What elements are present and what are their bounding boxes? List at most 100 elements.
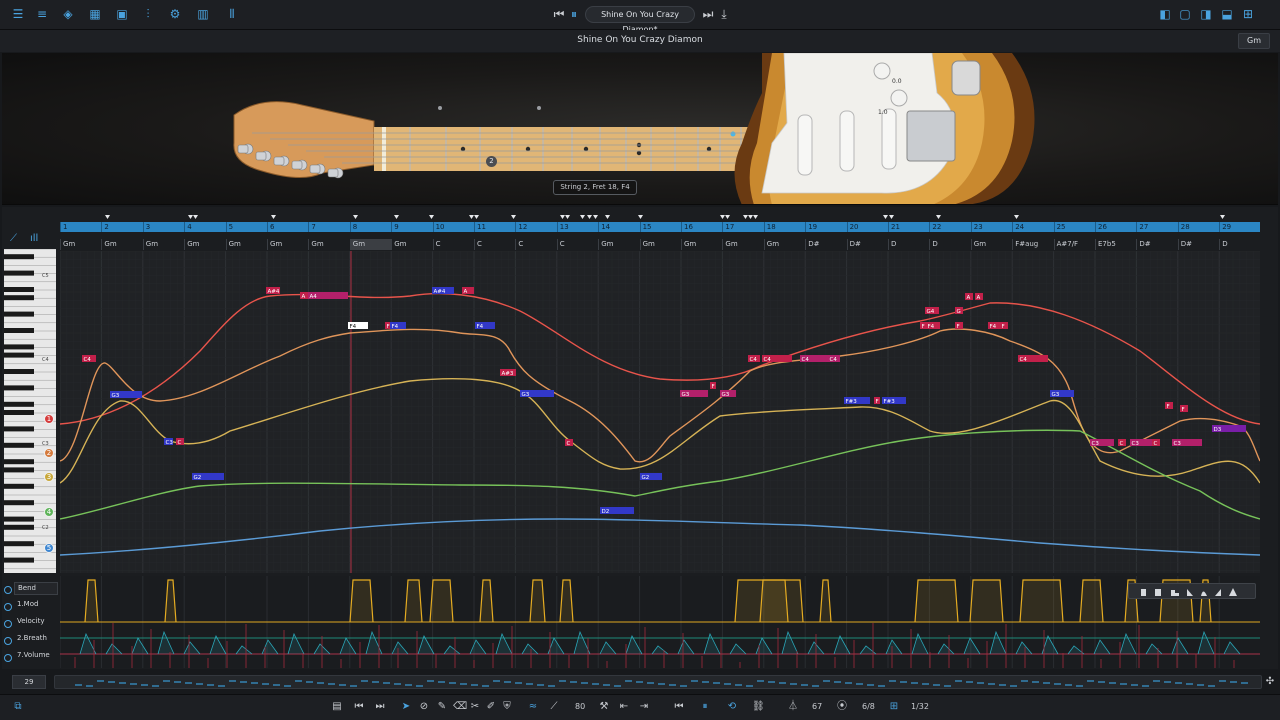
- scissors-tool-icon[interactable]: ✂: [469, 701, 481, 713]
- note-block[interactable]: D2: [600, 507, 634, 515]
- bar-number[interactable]: 6: [267, 222, 274, 232]
- note-block[interactable]: C3: [1130, 439, 1154, 447]
- note-block[interactable]: D3: [1212, 425, 1246, 433]
- note-block[interactable]: C: [1118, 439, 1126, 447]
- marker-flag[interactable]: [474, 215, 479, 219]
- lane-label-volume[interactable]: 7.Volume: [14, 650, 58, 663]
- automation-lanes[interactable]: [60, 576, 1260, 668]
- bar-number[interactable]: 20: [846, 222, 859, 232]
- breath-curve[interactable]: [1093, 639, 1111, 655]
- marker-flag[interactable]: [889, 215, 894, 219]
- quantize-value[interactable]: 80: [575, 700, 585, 714]
- download-icon[interactable]: ⤓: [716, 6, 732, 22]
- menu-icon[interactable]: ☰: [10, 6, 26, 22]
- bar-number[interactable]: 5: [225, 222, 233, 232]
- breath-curve[interactable]: [599, 641, 617, 655]
- breath-curve[interactable]: [911, 632, 929, 655]
- hammer-icon[interactable]: ⚒: [598, 701, 610, 713]
- next-marker-icon[interactable]: ⏭: [374, 701, 386, 713]
- marker-flag[interactable]: [193, 215, 198, 219]
- breath-curve[interactable]: [391, 641, 409, 655]
- marker-flag[interactable]: [1220, 215, 1225, 219]
- link-icon[interactable]: ⛓: [752, 701, 765, 713]
- note-block[interactable]: A: [965, 293, 973, 301]
- note-block[interactable]: C: [565, 439, 573, 447]
- note-block[interactable]: G4: [925, 307, 939, 315]
- shape-saw-icon[interactable]: [1215, 589, 1221, 596]
- align-right-icon[interactable]: ⇥: [638, 701, 650, 713]
- note-block[interactable]: A#4: [266, 287, 280, 295]
- note-block[interactable]: G3: [720, 390, 736, 398]
- chord-label[interactable]: Gm: [970, 239, 1012, 250]
- bend-segment[interactable]: [164, 579, 177, 623]
- note-block[interactable]: C: [1152, 439, 1160, 447]
- breath-curve[interactable]: [1145, 643, 1163, 655]
- lane-label-breath[interactable]: 2.Breath: [14, 633, 58, 646]
- count-in-icon[interactable]: ⦿: [836, 701, 848, 713]
- bars-chart-icon[interactable]: ▥: [195, 6, 211, 22]
- pause-icon[interactable]: ⏸: [566, 6, 582, 22]
- note-block[interactable]: F4: [926, 322, 940, 330]
- chord-label[interactable]: D: [888, 239, 929, 250]
- breath-curve[interactable]: [235, 645, 253, 655]
- chord-label[interactable]: Gm: [101, 239, 142, 250]
- chord-label[interactable]: D#: [846, 239, 888, 250]
- breath-curve[interactable]: [703, 632, 721, 655]
- eye-icon[interactable]: [4, 603, 12, 611]
- note-block[interactable]: F#3: [882, 397, 906, 405]
- shape-bell-icon[interactable]: [1201, 591, 1207, 597]
- note-block[interactable]: G3: [520, 390, 554, 398]
- marker-flag[interactable]: [429, 215, 434, 219]
- string-badge[interactable]: 2: [44, 448, 54, 458]
- bar-number[interactable]: 27: [1136, 222, 1148, 232]
- note-block[interactable]: F: [710, 382, 716, 390]
- marker-flag[interactable]: [1014, 215, 1019, 219]
- grid-value[interactable]: 1/32: [911, 700, 929, 714]
- chord-label[interactable]: E7b5: [1095, 239, 1136, 250]
- bar-number[interactable]: 18: [763, 222, 776, 232]
- breath-curve[interactable]: [1197, 630, 1215, 655]
- note-block[interactable]: F4: [475, 322, 495, 330]
- breath-curve[interactable]: [781, 630, 799, 655]
- skip-forward-icon[interactable]: ⏭: [700, 6, 716, 22]
- note-block[interactable]: C: [176, 438, 184, 446]
- breath-curve[interactable]: [833, 635, 851, 655]
- note-block[interactable]: C4: [828, 355, 840, 363]
- bar-ruler[interactable]: 1 2 3 4 5 6 7 8 9 10 11 12 13 14 15 16 17 18 19 20 21 22 23 24 2…: [60, 222, 1260, 232]
- lane-label-mod[interactable]: 1.Mod: [14, 599, 58, 612]
- chord-label[interactable]: D: [929, 239, 970, 250]
- bend-segment[interactable]: [759, 579, 804, 623]
- bar-number[interactable]: 4: [184, 222, 192, 232]
- chord-label[interactable]: Gm: [681, 239, 722, 250]
- layout-right-icon[interactable]: ◨: [1198, 6, 1214, 22]
- note-block[interactable]: A: [300, 292, 308, 300]
- curve-tool-icon[interactable]: ⟋: [10, 233, 24, 245]
- bar-number[interactable]: 17: [722, 222, 734, 232]
- velocity-view-icon[interactable]: ıll: [30, 233, 44, 245]
- bar-number[interactable]: 19: [805, 222, 817, 232]
- chord-label[interactable]: Gm: [722, 239, 763, 250]
- eraser-tool-icon[interactable]: ⌫: [453, 701, 467, 713]
- song-selector[interactable]: Shine On You Crazy Diamon*: [585, 6, 695, 34]
- gear-icon[interactable]: ⚙: [167, 6, 183, 22]
- page-dot[interactable]: [537, 106, 541, 110]
- note-block[interactable]: F: [1180, 405, 1188, 413]
- marker-flag[interactable]: [748, 215, 753, 219]
- song-overview[interactable]: [54, 675, 1262, 689]
- layout-bottom-icon[interactable]: ⬓: [1219, 6, 1235, 22]
- grid-snap-icon[interactable]: ⊞: [888, 701, 900, 713]
- rewind-icon[interactable]: ⏮: [673, 701, 685, 713]
- wave-tool-icon[interactable]: ≈: [527, 701, 539, 713]
- chord-label[interactable]: Gm: [308, 239, 349, 250]
- chord-label[interactable]: F#aug: [1012, 239, 1053, 250]
- breath-curve[interactable]: [495, 632, 513, 655]
- bend-segment[interactable]: [969, 579, 1004, 623]
- note-block[interactable]: A4: [308, 292, 348, 300]
- note-block[interactable]: F4: [348, 322, 368, 330]
- line-tool-icon[interactable]: ⟋: [548, 701, 560, 713]
- note-block[interactable]: A#3: [500, 369, 516, 377]
- score-menu-icon[interactable]: ▤: [331, 701, 343, 713]
- bar-number[interactable]: 3: [142, 222, 150, 232]
- breath-curve[interactable]: [183, 641, 201, 655]
- channels-icon[interactable]: ⦀: [224, 6, 240, 22]
